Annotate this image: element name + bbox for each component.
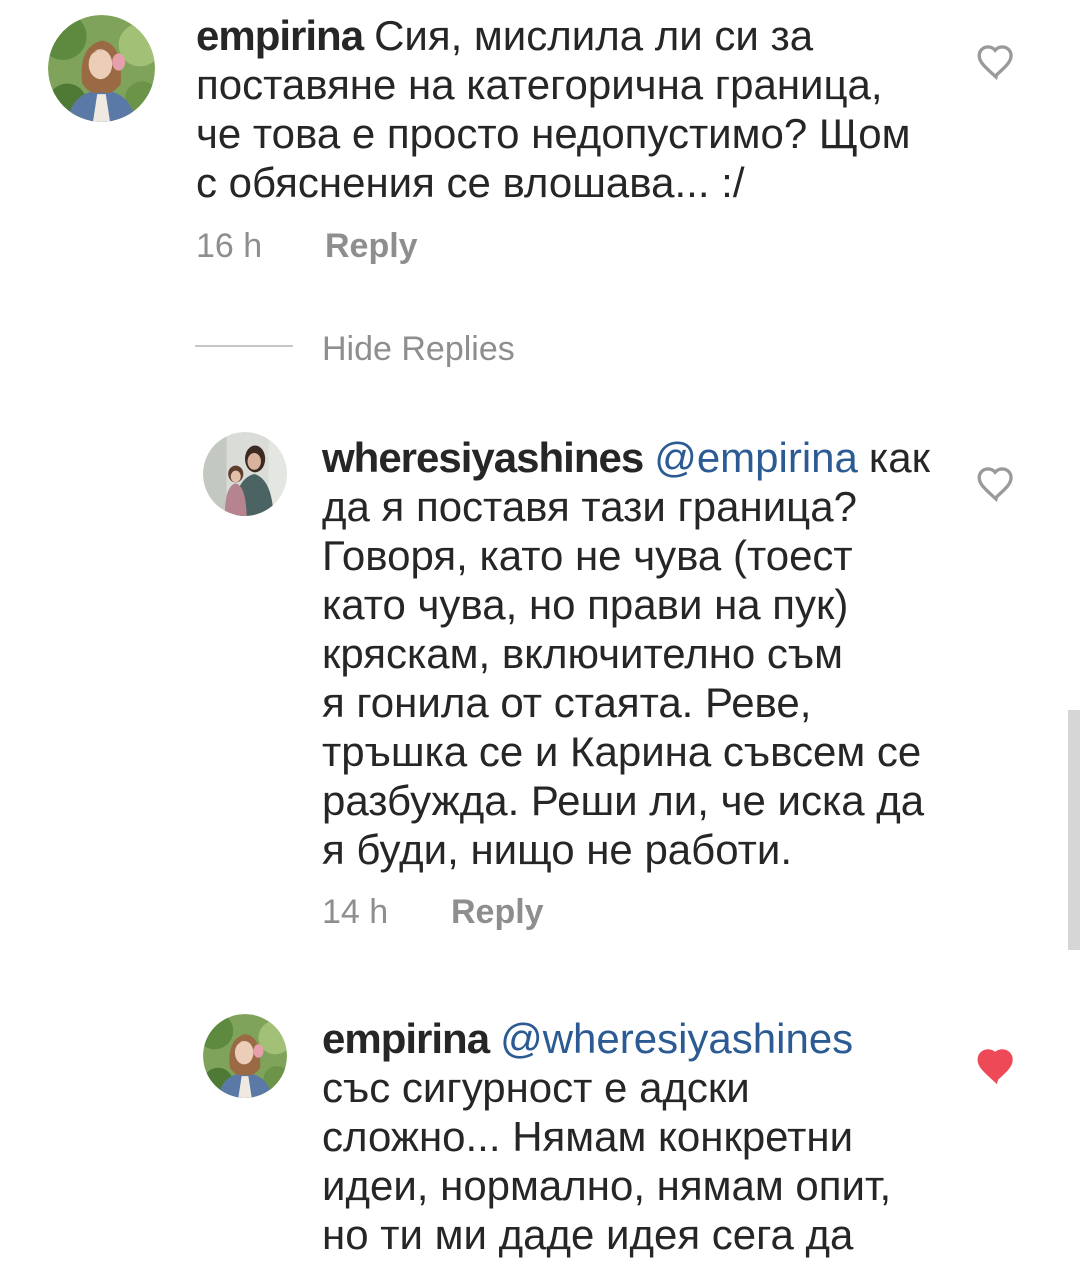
comment-text-line: сложно... Нямам конкретни xyxy=(322,1113,854,1160)
comment-time: 14 h xyxy=(322,893,389,931)
comment-text-line: със сигурност е адски xyxy=(322,1064,750,1111)
heart-filled-icon[interactable] xyxy=(975,1045,1017,1087)
mention-link[interactable]: @empirina xyxy=(654,434,858,481)
comment-text-line: разбужда. Реши ли, че иска да xyxy=(322,777,925,824)
comment-text-line: я гонила от стаята. Реве, xyxy=(322,679,812,726)
comment-text-line: но ти ми даде идея сега да xyxy=(322,1211,854,1258)
comment-text-line: че това е просто недопустимо? Щом xyxy=(196,110,911,157)
hide-replies-button[interactable]: Hide Replies xyxy=(322,329,515,369)
profile-photo xyxy=(203,432,287,516)
heart-outline-icon[interactable] xyxy=(975,463,1017,505)
avatar[interactable] xyxy=(203,1014,287,1098)
avatar[interactable] xyxy=(203,432,287,516)
heart-outline-icon xyxy=(977,467,1013,503)
comment-time: 16 h xyxy=(196,227,263,265)
comment-body: empirina @wheresiyashines със сигурност е… xyxy=(322,1014,891,1259)
avatar[interactable] xyxy=(48,15,155,122)
scrollbar-thumb[interactable] xyxy=(1068,710,1080,950)
comment-text: как xyxy=(868,434,930,481)
reply-button[interactable]: Reply xyxy=(451,892,544,932)
comment-body: empirina Сия, мислила ли си за поставяне … xyxy=(196,11,911,207)
replies-divider xyxy=(195,345,293,347)
comment-text-line: идеи, нормално, нямам опит, xyxy=(322,1162,892,1209)
mention-link[interactable]: @wheresiyashines xyxy=(500,1015,853,1062)
comment-text-line: кряскам, включително съм xyxy=(322,630,844,677)
comment-header-line: empirina Сия, мислила ли си за xyxy=(196,11,911,60)
comment-text-line: тръшка се и Карина съвсем се xyxy=(322,728,922,775)
comment-body: wheresiyashines @empirina как да я поставя… xyxy=(322,433,930,874)
comment-header-line: wheresiyashines @empirina как xyxy=(322,433,930,482)
comments-screen: empirina Сия, мислила ли си за поставяне … xyxy=(0,0,1080,1278)
comment-text-line: с обяснения се влошава... :/ xyxy=(196,159,745,206)
username[interactable]: empirina xyxy=(322,1015,490,1062)
heart-filled-icon xyxy=(977,1049,1013,1085)
heart-outline-icon xyxy=(977,45,1013,81)
heart-outline-icon[interactable] xyxy=(975,41,1017,83)
comment-text-line: да я поставя тази граница? xyxy=(322,483,857,530)
username[interactable]: wheresiyashines xyxy=(322,434,644,481)
comment-header-line: empirina @wheresiyashines xyxy=(322,1014,891,1063)
comment-text-line: я буди, нищо не работи. xyxy=(322,826,793,873)
comment-text-line: поставяне на категорична граница, xyxy=(196,61,883,108)
username[interactable]: empirina xyxy=(196,12,364,59)
reply-button[interactable]: Reply xyxy=(325,226,418,266)
profile-photo xyxy=(48,15,155,122)
comment-text-line: като чува, но прави на пук) xyxy=(322,581,849,628)
comment-text-line: Говоря, като не чува (тоест xyxy=(322,532,853,579)
profile-photo xyxy=(203,1014,287,1098)
comment-text: Сия, мислила ли си за xyxy=(374,12,814,59)
